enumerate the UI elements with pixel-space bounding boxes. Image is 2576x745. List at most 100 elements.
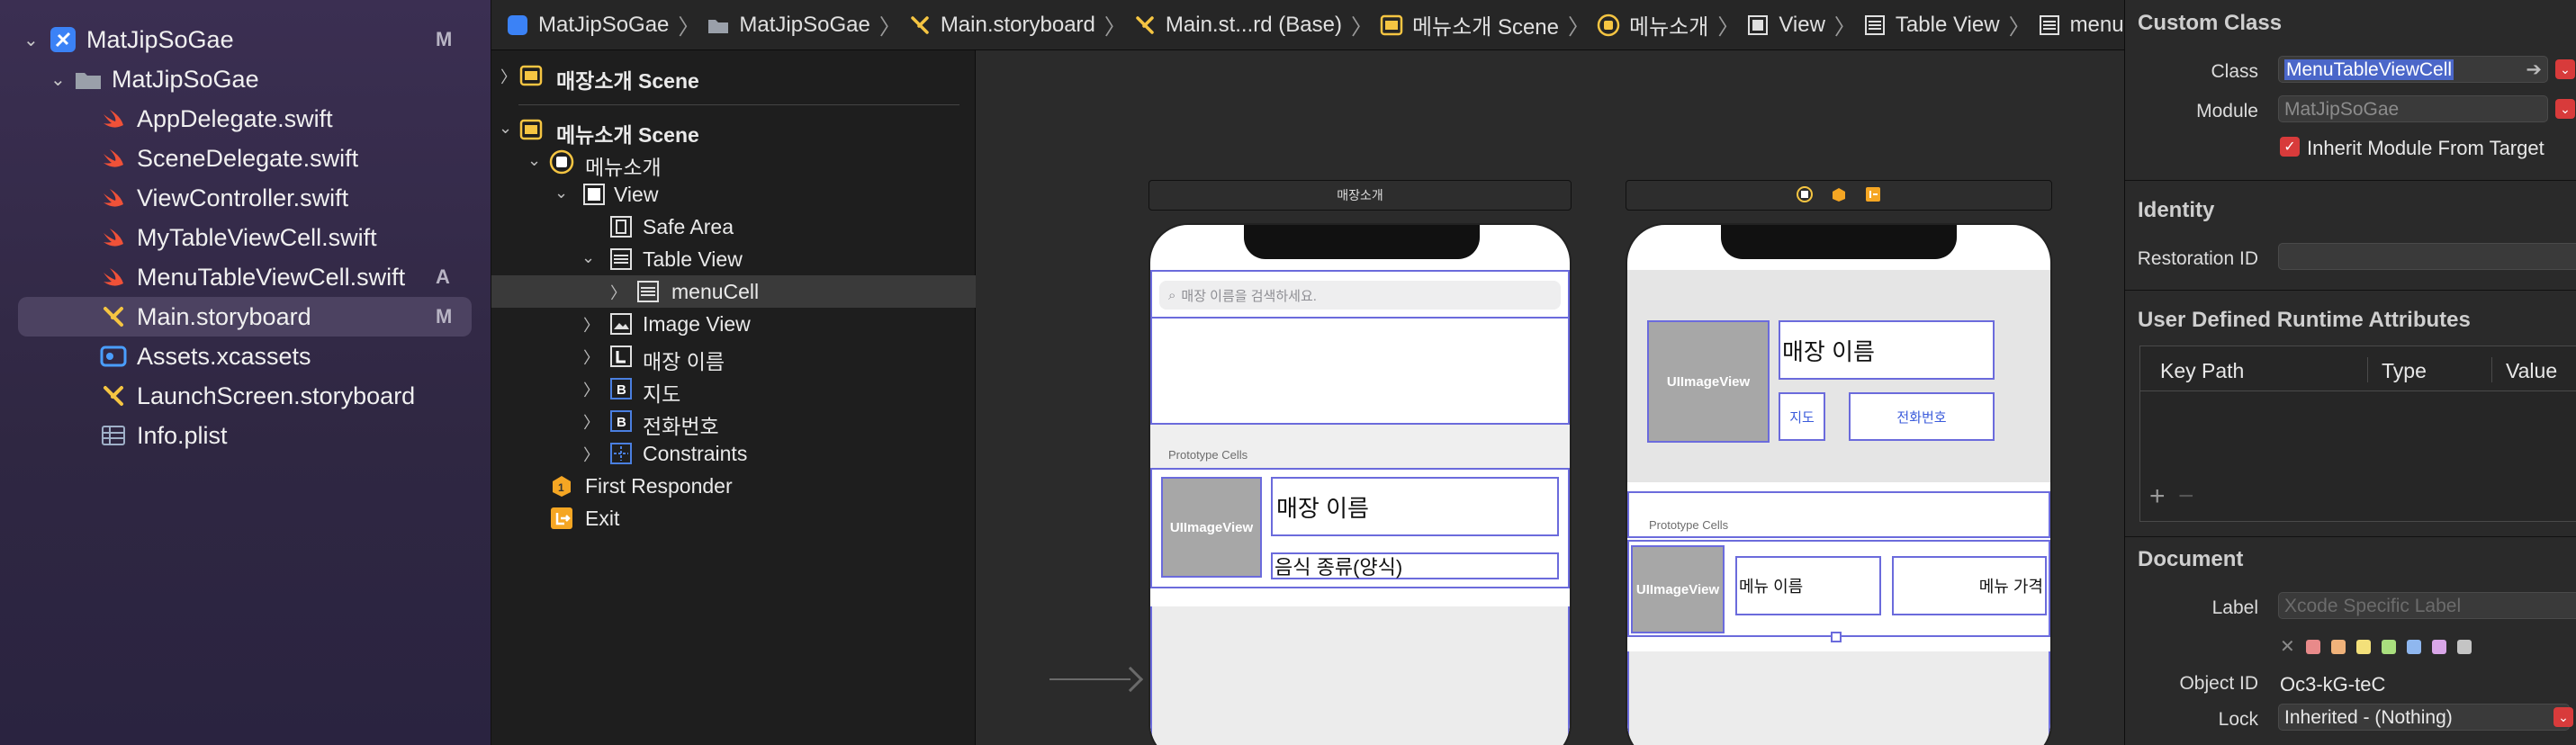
chevron-down-icon[interactable]: ⌄ — [23, 29, 39, 51]
nav-item-file[interactable]: Info.plist — [0, 416, 491, 455]
exit-icon[interactable] — [1865, 186, 1881, 205]
add-icon[interactable]: + — [2149, 481, 2166, 512]
outline-item[interactable]: 〉 B 지도 — [491, 372, 976, 406]
header-store-name-label[interactable]: 매장 이름 — [1779, 320, 1995, 380]
remove-icon[interactable]: − — [2178, 481, 2194, 512]
restoration-id-field[interactable] — [2278, 243, 2576, 270]
swatch-orange[interactable] — [2330, 639, 2346, 654]
module-field[interactable]: MatJipSoGae — [2278, 95, 2548, 122]
swift-file-icon — [99, 104, 128, 133]
clear-label-icon[interactable]: ✕ — [2280, 635, 2295, 658]
swatch-purple[interactable] — [2431, 639, 2446, 654]
food-type-label[interactable]: 음식 종류(양식) — [1271, 552, 1559, 579]
scene-dock-bar[interactable] — [1626, 180, 2052, 211]
chevron-right-icon[interactable]: 〉 — [583, 378, 599, 401]
swatch-yellow[interactable] — [2355, 639, 2371, 654]
outline-item[interactable]: 〉 매장 이름 — [491, 340, 976, 373]
first-responder-icon[interactable] — [1831, 186, 1847, 205]
nav-item-project[interactable]: ⌄ MatJipSoGae M — [0, 20, 491, 59]
outline-item[interactable]: Safe Area — [491, 211, 976, 243]
chevron-down-icon[interactable]: ⌄ — [2555, 99, 2575, 119]
scene-2-phone[interactable]: UIImageView 매장 이름 지도 전화번호 Prototype Cell… — [1626, 223, 2052, 745]
nav-item-file-selected[interactable]: Main.storyboard M — [18, 297, 472, 337]
storyboard-canvas[interactable]: 매장소개 ⌕ 매장 이름을 검색하세요. Prototype Cells UIIm… — [976, 50, 2124, 745]
menu-price-label[interactable]: 메뉴 가격 — [1892, 556, 2047, 615]
header-image-view[interactable]: UIImageView — [1647, 320, 1770, 443]
search-field[interactable]: ⌕ 매장 이름을 검색하세요. — [1159, 281, 1561, 310]
swatch-red[interactable] — [2305, 639, 2320, 654]
table-cell-icon — [2038, 13, 2061, 37]
inherit-module-checkbox[interactable]: ✓ — [2280, 137, 2300, 157]
swift-file-icon — [99, 223, 128, 252]
nav-item-group[interactable]: ⌄ MatJipSoGae — [0, 59, 491, 99]
menu-image-view[interactable]: UIImageView — [1631, 545, 1725, 633]
outline-item-scene[interactable]: 〉 매장소개 Scene — [491, 59, 976, 93]
outline-item[interactable]: ⌄ 메뉴소개 — [491, 146, 976, 179]
jumpbar-item[interactable]: MatJipSoGae — [506, 13, 669, 38]
column-header[interactable]: Type — [2382, 359, 2427, 383]
swatch-green[interactable] — [2381, 639, 2396, 654]
outline-item[interactable]: 1 First Responder — [491, 470, 976, 502]
outline-item[interactable]: Exit — [491, 502, 976, 534]
nav-item-file[interactable]: AppDelegate.swift — [0, 99, 491, 139]
chevron-down-icon[interactable]: ⌄ — [2555, 59, 2575, 79]
nav-item-file[interactable]: MyTableViewCell.swift — [0, 218, 491, 257]
search-bar-frame[interactable]: ⌕ 매장 이름을 검색하세요. — [1150, 270, 1570, 319]
divider — [2125, 536, 2576, 537]
chevron-down-icon[interactable]: ⌄ — [554, 184, 568, 202]
chevron-right-icon[interactable]: 〉 — [583, 443, 599, 466]
jumpbar-item[interactable]: menuCell — [2038, 13, 2124, 38]
outline-item[interactable]: ⌄ View — [491, 178, 976, 211]
outline-item[interactable]: 〉 Constraints — [491, 437, 976, 470]
jumpbar-item[interactable]: 메뉴소개 — [1597, 9, 1708, 40]
outline-item[interactable]: ⌄ Table View — [491, 243, 976, 275]
jumpbar-item[interactable]: Main.storyboard — [908, 13, 1095, 38]
nav-item-file[interactable]: SceneDelegate.swift — [0, 139, 491, 178]
nav-item-file[interactable]: ViewController.swift — [0, 178, 491, 218]
chevron-updown-icon[interactable]: ⌄ — [2553, 707, 2573, 727]
nav-item-label: Main.storyboard — [137, 302, 311, 330]
jumpbar-item[interactable]: Main.st...rd (Base) — [1133, 13, 1342, 38]
outline-label: Image View — [643, 312, 751, 336]
cell-image-view[interactable]: UIImageView — [1161, 477, 1262, 578]
resize-handle[interactable] — [1831, 632, 1842, 642]
chevron-down-icon[interactable]: ⌄ — [499, 119, 512, 138]
outline-item-scene[interactable]: ⌄ 메뉴소개 Scene — [491, 113, 976, 147]
swatch-blue[interactable] — [2406, 639, 2421, 654]
scene-title-bar[interactable]: 매장소개 — [1148, 180, 1572, 211]
column-separator — [2367, 357, 2368, 382]
arrow-circle-icon[interactable]: ➔ — [2526, 58, 2542, 81]
scene-1-phone[interactable]: ⌕ 매장 이름을 검색하세요. Prototype Cells UIImageVi… — [1148, 223, 1572, 745]
doc-label-field[interactable]: Xcode Specific Label — [2278, 592, 2576, 619]
jumpbar-item[interactable]: MatJipSoGae — [707, 13, 870, 38]
outline-item[interactable]: 〉 Image View — [491, 308, 976, 340]
column-header[interactable]: Key Path — [2160, 359, 2244, 383]
swatch-gray[interactable] — [2456, 639, 2472, 654]
nav-item-file[interactable]: Assets.xcassets — [0, 337, 491, 376]
phone-button[interactable]: 전화번호 — [1849, 392, 1995, 441]
chevron-down-icon[interactable]: ⌄ — [527, 151, 541, 170]
nav-item-file[interactable]: MenuTableViewCell.swift A — [0, 257, 491, 297]
chevron-down-icon[interactable]: ⌄ — [581, 248, 595, 267]
runtime-attributes-table[interactable]: Key Path Type Value + − — [2139, 346, 2576, 522]
menu-name-label[interactable]: 메뉴 이름 — [1735, 556, 1881, 615]
class-field[interactable]: MenuTableViewCell ➔ — [2278, 56, 2548, 83]
jumpbar-item[interactable]: 메뉴소개 Scene — [1380, 9, 1559, 40]
chevron-right-icon[interactable]: 〉 — [583, 346, 599, 369]
chevron-right-icon[interactable]: 〉 — [583, 313, 599, 337]
column-header[interactable]: Value — [2506, 359, 2557, 383]
xcode-project-icon — [49, 25, 77, 54]
map-button[interactable]: 지도 — [1779, 392, 1825, 441]
chevron-right-icon[interactable]: 〉 — [500, 65, 517, 88]
view-controller-icon[interactable] — [1797, 185, 1813, 205]
outline-item-selected[interactable]: 〉 menuCell — [491, 275, 976, 308]
chevron-right-icon[interactable]: 〉 — [610, 281, 626, 304]
lock-select[interactable]: Inherited - (Nothing) — [2278, 704, 2570, 731]
outline-item[interactable]: 〉 B 전화번호 — [491, 405, 976, 438]
chevron-down-icon[interactable]: ⌄ — [50, 68, 66, 91]
nav-item-file[interactable]: LaunchScreen.storyboard — [0, 376, 491, 416]
jumpbar-item[interactable]: View — [1746, 13, 1825, 38]
chevron-right-icon[interactable]: 〉 — [583, 410, 599, 434]
jumpbar-item[interactable]: Table View — [1863, 13, 2000, 38]
store-name-label[interactable]: 매장 이름 — [1271, 477, 1559, 536]
